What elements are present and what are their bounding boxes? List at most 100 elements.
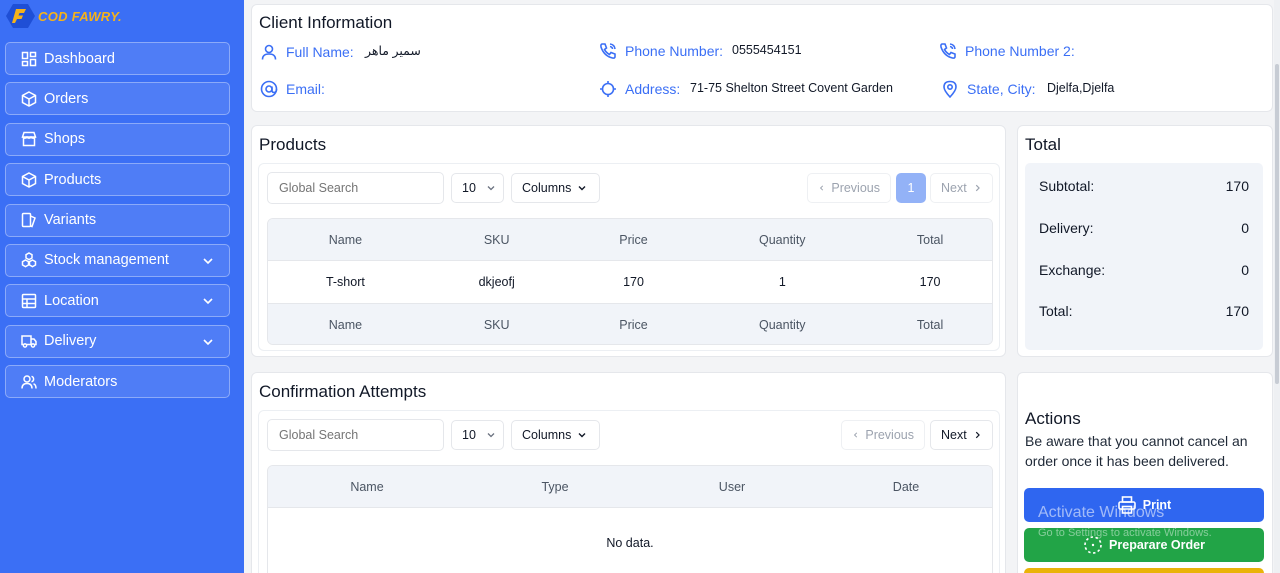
- logo[interactable]: COD FAWRY.: [6, 2, 122, 30]
- full-name-value: سمير ماهر: [365, 44, 421, 58]
- sidebar-item-location[interactable]: Location: [5, 284, 230, 318]
- print-button[interactable]: Print: [1024, 488, 1264, 522]
- sidebar-item-products[interactable]: Products: [5, 163, 230, 197]
- user-icon: [260, 43, 278, 61]
- confirmations-search-input[interactable]: [267, 419, 444, 451]
- confirmations-title: Confirmation Attempts: [259, 382, 427, 401]
- products-previous-button[interactable]: Previous: [807, 173, 891, 203]
- table-row[interactable]: T-short dkjeofj 170 1 170: [268, 260, 992, 304]
- products-title: Products: [259, 135, 327, 154]
- total-title: Total: [1025, 135, 1061, 154]
- map-pin-icon: [941, 80, 959, 98]
- state-city-label: State, City:: [941, 80, 1035, 98]
- chevron-down-icon: [203, 298, 213, 305]
- address-value: 71-75 Shelton Street Covent Garden: [690, 81, 893, 95]
- sidebar-item-variants[interactable]: Variants: [5, 203, 230, 237]
- sidebar-item-dashboard[interactable]: Dashboard: [5, 42, 230, 75]
- users-icon: [20, 373, 38, 391]
- stock-icon: [20, 251, 38, 269]
- confirmations-page-size-select[interactable]: 10: [451, 420, 504, 450]
- phone2-label: Phone Number 2:: [939, 42, 1075, 60]
- client-info-title: Client Information: [259, 13, 393, 32]
- subtotal-row: Subtotal: 170: [1039, 178, 1249, 194]
- prepare-order-button[interactable]: Preparare Order: [1024, 528, 1264, 562]
- total-label: Total:: [1039, 303, 1073, 319]
- crosshair-icon: [599, 80, 617, 98]
- sidebar-nav: Dashboard Orders Shops Products Variants: [5, 42, 230, 406]
- products-table: Name SKU Price Quantity Total T-short dk…: [267, 218, 993, 345]
- sidebar-item-label: Products: [44, 171, 102, 188]
- email-label: Email:: [260, 80, 325, 98]
- confirmations-columns-button[interactable]: Columns: [511, 420, 600, 450]
- actions-title: Actions: [1025, 409, 1081, 428]
- column-header[interactable]: Quantity: [696, 233, 868, 247]
- products-page-1-button[interactable]: 1: [896, 173, 926, 203]
- subtotal-label: Subtotal:: [1039, 178, 1095, 194]
- exchange-row: Exchange: 0: [1039, 262, 1249, 278]
- table-cell: dkjeofj: [478, 275, 515, 289]
- table-cell: 170: [919, 275, 941, 289]
- column-header[interactable]: Name: [268, 480, 466, 494]
- products-columns-button[interactable]: Columns: [511, 173, 600, 203]
- sidebar-item-label: Orders: [44, 90, 89, 107]
- column-footer: SKU: [483, 318, 510, 332]
- subtotal-value: 170: [1225, 178, 1249, 194]
- products-search-input[interactable]: [267, 172, 444, 204]
- chevron-down-icon: [578, 186, 586, 191]
- phone-icon: [599, 42, 617, 60]
- sidebar-item-label: Delivery: [44, 333, 97, 350]
- column-header[interactable]: User: [644, 480, 820, 494]
- sidebar-item-shops[interactable]: Shops: [5, 122, 230, 156]
- chevron-down-icon: [203, 258, 213, 265]
- status-button[interactable]: [1024, 568, 1264, 573]
- column-header[interactable]: Date: [820, 480, 992, 494]
- confirmations-previous-button[interactable]: Previous: [841, 420, 925, 450]
- column-footer: Quantity: [759, 318, 806, 332]
- phone-icon: [939, 42, 957, 60]
- total-summary: Subtotal: 170 Delivery: 0 Exchange: 0 To…: [1025, 163, 1263, 350]
- chevron-down-icon: [578, 433, 586, 438]
- table-header-row: Name SKU Price Quantity Total: [268, 219, 992, 260]
- column-header[interactable]: Total: [868, 233, 992, 247]
- delivery-label: Delivery:: [1039, 220, 1094, 236]
- column-header[interactable]: Name: [268, 233, 423, 247]
- table-cell: 1: [778, 275, 786, 289]
- table-cell: T-short: [325, 275, 365, 289]
- sidebar-item-delivery[interactable]: Delivery: [5, 324, 230, 358]
- sidebar-item-orders[interactable]: Orders: [5, 82, 230, 116]
- sidebar-item-label: Moderators: [44, 373, 118, 390]
- full-name-label: Full Name:: [260, 43, 354, 61]
- table-cell: 170: [623, 275, 644, 289]
- scrollbar-thumb[interactable]: [1275, 64, 1279, 384]
- phone-value: 0555454151: [732, 43, 802, 57]
- confirmations-table-panel: 10 Columns Previous Next Name Type User …: [258, 410, 1000, 573]
- column-footer: Total: [916, 318, 944, 332]
- empty-table-row: No data.: [268, 507, 992, 573]
- column-header[interactable]: Price: [571, 233, 697, 247]
- total-value: 170: [1225, 303, 1249, 319]
- empty-message: No data.: [606, 535, 654, 550]
- table-footer-row: Name SKU Price Quantity Total: [268, 304, 992, 344]
- logo-icon: [6, 4, 35, 28]
- chevron-down-icon: [487, 186, 495, 191]
- column-footer: Price: [619, 318, 648, 332]
- sidebar-item-label: Shops: [44, 131, 86, 148]
- column-header[interactable]: SKU: [423, 233, 571, 247]
- chevron-left-icon: [819, 185, 824, 191]
- sidebar-item-moderators[interactable]: Moderators: [5, 365, 230, 399]
- chevron-right-icon: [975, 431, 980, 439]
- dashboard-icon: [20, 50, 38, 68]
- column-header[interactable]: Type: [466, 480, 644, 494]
- products-table-panel: 10 Columns Previous 1 Next Name SKU Pric…: [258, 163, 1000, 351]
- box-icon: [20, 171, 38, 189]
- printer-icon: [1117, 495, 1137, 515]
- logo-text: COD FAWRY.: [38, 8, 122, 24]
- products-next-button[interactable]: Next: [930, 173, 993, 203]
- actions-warning: Be aware that you cannot cancel an order…: [1025, 433, 1248, 469]
- page-scrollbar[interactable]: [1274, 0, 1280, 573]
- confirmations-next-button[interactable]: Next: [930, 420, 993, 450]
- products-page-size-select[interactable]: 10: [451, 173, 504, 203]
- total-row: Total: 170: [1039, 303, 1249, 319]
- variants-icon: [20, 211, 38, 229]
- sidebar-item-stock-management[interactable]: Stock management: [5, 243, 230, 277]
